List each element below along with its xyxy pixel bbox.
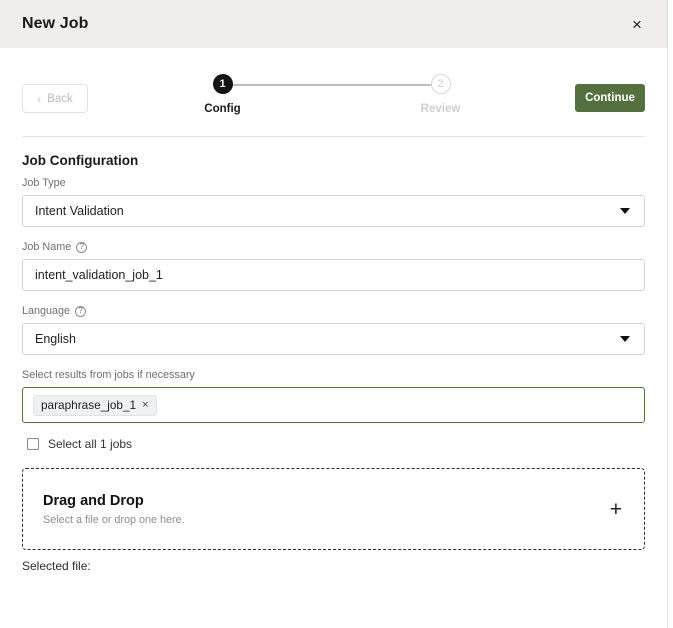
job-configuration-form: Job Configuration Job Type Intent Valida… — [0, 137, 667, 628]
dropzone-subtitle: Select a file or drop one here. — [43, 514, 610, 526]
job-name-input[interactable]: intent_validation_job_1 — [22, 259, 645, 291]
select-all-checkbox[interactable] — [27, 438, 39, 450]
step-1-label: Config — [204, 103, 240, 115]
step-connector-line — [231, 84, 433, 86]
wizard-header: ‹ Back 1 Config 2 Review Continue — [0, 48, 667, 136]
selected-file-label: Selected file: — [22, 559, 645, 573]
new-job-modal: New Job × ‹ Back 1 Config 2 Review Conti — [0, 0, 668, 628]
field-language: Language ? English — [22, 305, 645, 355]
chip-paraphrase-job-1[interactable]: paraphrase_job_1 × — [33, 395, 157, 416]
plus-icon[interactable]: + — [610, 499, 622, 520]
dropzone-title: Drag and Drop — [43, 493, 610, 509]
field-job-type: Job Type Intent Validation — [22, 177, 645, 227]
language-label-row: Language ? — [22, 305, 645, 317]
chip-remove-icon[interactable]: × — [142, 400, 148, 411]
job-type-label-row: Job Type — [22, 177, 645, 189]
step-1-circle: 1 — [213, 74, 233, 94]
results-from-jobs-label: Select results from jobs if necessary — [22, 369, 195, 381]
chip-label: paraphrase_job_1 — [41, 398, 136, 412]
modal-titlebar: New Job × — [0, 0, 667, 48]
dropzone-text: Drag and Drop Select a file or drop one … — [43, 493, 610, 526]
page-title: New Job — [22, 15, 623, 33]
step-indicator: 1 Config 2 Review — [88, 74, 575, 115]
file-dropzone[interactable]: Drag and Drop Select a file or drop one … — [22, 468, 645, 550]
job-type-select[interactable]: Intent Validation — [22, 195, 645, 227]
back-button-label: Back — [47, 93, 73, 105]
step-2-circle: 2 — [431, 74, 451, 94]
help-icon[interactable]: ? — [75, 306, 86, 317]
step-config[interactable]: 1 Config — [203, 74, 243, 115]
job-name-label: Job Name — [22, 241, 71, 253]
job-type-value: Intent Validation — [35, 204, 620, 218]
chevron-down-icon — [620, 208, 630, 214]
language-value: English — [35, 332, 620, 346]
step-review[interactable]: 2 Review — [421, 74, 461, 115]
language-label: Language — [22, 305, 70, 317]
field-job-name: Job Name ? intent_validation_job_1 — [22, 241, 645, 291]
field-results-from-jobs: Select results from jobs if necessary pa… — [22, 369, 645, 423]
chevron-down-icon — [620, 336, 630, 342]
section-title: Job Configuration — [22, 153, 645, 168]
select-all-row[interactable]: Select all 1 jobs — [27, 437, 645, 451]
chevron-left-icon: ‹ — [37, 93, 41, 105]
step-2-label: Review — [421, 103, 461, 115]
select-all-label: Select all 1 jobs — [48, 437, 132, 451]
back-button[interactable]: ‹ Back — [22, 84, 88, 113]
job-name-value: intent_validation_job_1 — [35, 268, 632, 282]
language-select[interactable]: English — [22, 323, 645, 355]
results-from-jobs-label-row: Select results from jobs if necessary — [22, 369, 645, 381]
continue-button[interactable]: Continue — [575, 84, 645, 112]
close-icon[interactable]: × — [623, 10, 651, 38]
results-from-jobs-multiselect[interactable]: paraphrase_job_1 × — [22, 387, 645, 423]
job-name-label-row: Job Name ? — [22, 241, 645, 253]
job-type-label: Job Type — [22, 177, 66, 189]
help-icon[interactable]: ? — [76, 242, 87, 253]
